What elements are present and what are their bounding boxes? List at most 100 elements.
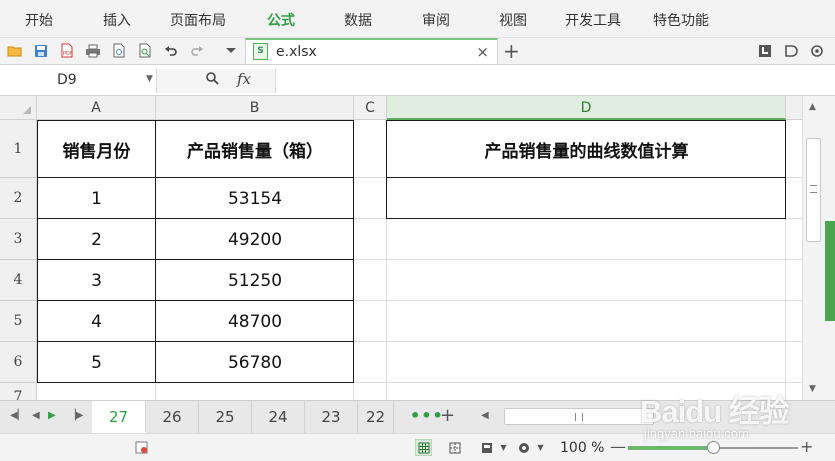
formula-input[interactable]	[275, 69, 830, 93]
status-bar: ▼ ▼ 100 % — +	[0, 433, 835, 461]
sheet-tab-25[interactable]: 25	[199, 401, 252, 433]
cell-b1[interactable]: 产品销售量（箱）	[156, 120, 354, 178]
scroll-down-icon[interactable]: ▼	[809, 384, 816, 394]
svg-text:PDF: PDF	[63, 51, 73, 57]
table-border	[37, 177, 354, 178]
eye-protection-icon[interactable]	[515, 439, 532, 456]
search-icon[interactable]	[205, 71, 219, 89]
cell-a4[interactable]: 3	[37, 260, 156, 301]
preview-icon[interactable]	[136, 42, 153, 59]
macro-record-icon[interactable]	[133, 439, 150, 456]
menu-insert[interactable]: 插入	[103, 10, 131, 30]
column-header-b[interactable]: B	[156, 96, 354, 120]
cell-b5[interactable]: 48700	[156, 301, 354, 342]
select-all-corner[interactable]	[0, 96, 37, 120]
cell-b2[interactable]: 53154	[156, 178, 354, 219]
zoom-slider-handle[interactable]	[707, 441, 720, 454]
scroll-left-icon[interactable]: ◀	[481, 410, 489, 421]
quick-access-toolbar: PDF S e.xlsx × +	[0, 37, 835, 65]
normal-view-icon[interactable]	[415, 439, 432, 456]
cell-d1[interactable]: 产品销售量的曲线数值计算	[387, 120, 786, 178]
settings-icon[interactable]	[808, 42, 825, 59]
horizontal-scroll-thumb[interactable]	[504, 408, 654, 425]
row-header-6[interactable]: 6	[0, 342, 37, 383]
table-border	[37, 341, 354, 342]
sheet-tab-22[interactable]: 22	[358, 401, 394, 433]
worksheet-grid[interactable]: A B C D 1 2 3 4 5 6 7 销售月份 产品销售量（箱） 1 53…	[0, 96, 802, 400]
chevron-down-icon[interactable]: ▼	[495, 439, 512, 456]
menu-special-features[interactable]: 特色功能	[653, 10, 709, 30]
vertical-scroll-thumb[interactable]	[806, 138, 821, 242]
table-border	[37, 218, 354, 219]
menu-view[interactable]: 视图	[499, 10, 527, 30]
vertical-scrollbar[interactable]: ▲ ▼	[802, 96, 824, 400]
zoom-in-button[interactable]: +	[800, 437, 813, 456]
next-sheet-icon[interactable]: ▶	[48, 410, 56, 421]
row-header-2[interactable]: 2	[0, 178, 37, 219]
close-tab-icon[interactable]: ×	[476, 43, 489, 61]
row-header-7[interactable]: 7	[0, 383, 37, 400]
column-header-a[interactable]: A	[37, 96, 156, 120]
cell-b6[interactable]: 56780	[156, 342, 354, 383]
menu-data[interactable]: 数据	[344, 10, 372, 30]
zoom-level[interactable]: 100 %	[560, 440, 604, 456]
sheet-tab-23[interactable]: 23	[305, 401, 358, 433]
cell-d2[interactable]	[387, 178, 786, 219]
menu-formulas[interactable]: 公式	[267, 10, 295, 30]
cell-a3[interactable]: 2	[37, 219, 156, 260]
menu-developer-tools[interactable]: 开发工具	[565, 10, 621, 30]
table-border	[37, 300, 354, 301]
chevron-down-icon[interactable]: ▼	[146, 74, 153, 84]
last-sheet-icon[interactable]: ▕▶	[68, 410, 83, 421]
sheet-tab-24[interactable]: 24	[252, 401, 305, 433]
cell-b3[interactable]: 49200	[156, 219, 354, 260]
zoom-out-button[interactable]: —	[610, 437, 626, 456]
reading-mode-icon[interactable]	[478, 439, 495, 456]
row-header-5[interactable]: 5	[0, 301, 37, 342]
row-header-3[interactable]: 3	[0, 219, 37, 260]
print-preview-icon[interactable]	[110, 42, 127, 59]
first-sheet-icon[interactable]: ◀▏	[10, 410, 25, 421]
xlsx-file-icon: S	[253, 43, 268, 60]
formula-bar: D9 ▼ fx	[0, 64, 835, 96]
menu-page-layout[interactable]: 页面布局	[170, 10, 226, 30]
page-break-view-icon[interactable]	[446, 439, 463, 456]
name-box[interactable]: D9 ▼	[0, 69, 157, 93]
cell-b4[interactable]: 51250	[156, 260, 354, 301]
column-header-d[interactable]: D	[387, 96, 786, 120]
chevron-down-icon[interactable]: ▼	[532, 439, 549, 456]
sheet-tab-27[interactable]: 27	[92, 401, 146, 433]
cell-a5[interactable]: 4	[37, 301, 156, 342]
scroll-up-icon[interactable]: ▲	[809, 102, 816, 112]
side-panel-toggle[interactable]	[825, 221, 835, 321]
menu-home[interactable]: 开始	[25, 10, 53, 30]
redo-icon[interactable]	[188, 42, 205, 59]
column-header-e[interactable]	[786, 96, 802, 120]
column-header-c[interactable]: C	[354, 96, 387, 120]
horizontal-scrollbar[interactable]: ◀	[478, 407, 798, 427]
side-panel-strip	[824, 96, 835, 400]
share-icon[interactable]	[782, 42, 799, 59]
cell-a1[interactable]: 销售月份	[37, 120, 156, 178]
insert-function-button[interactable]: fx	[237, 70, 251, 88]
row-header-1[interactable]: 1	[0, 120, 37, 178]
menu-review[interactable]: 审阅	[422, 10, 450, 30]
sheet-tabs-bar: ◀▏ ◀ ▶ ▕▶ 27 26 25 24 23 22 ••• + ◀	[0, 400, 835, 433]
customize-dropdown-icon[interactable]	[222, 42, 239, 59]
open-folder-icon[interactable]	[6, 42, 23, 59]
save-icon[interactable]	[32, 42, 49, 59]
cell-a2[interactable]: 1	[37, 178, 156, 219]
window-layout-icon[interactable]	[756, 42, 773, 59]
prev-sheet-icon[interactable]: ◀	[32, 410, 40, 421]
cell-a6[interactable]: 5	[37, 342, 156, 383]
more-sheets-button[interactable]: •••	[410, 406, 444, 425]
document-tab[interactable]: S e.xlsx ×	[245, 38, 498, 65]
export-pdf-icon[interactable]: PDF	[58, 42, 75, 59]
new-tab-button[interactable]: +	[503, 39, 520, 63]
sheet-tab-26[interactable]: 26	[146, 401, 199, 433]
print-icon[interactable]	[84, 42, 101, 59]
undo-icon[interactable]	[162, 42, 179, 59]
add-sheet-button[interactable]: +	[440, 405, 455, 426]
cell-reference: D9	[57, 72, 77, 88]
row-header-4[interactable]: 4	[0, 260, 37, 301]
